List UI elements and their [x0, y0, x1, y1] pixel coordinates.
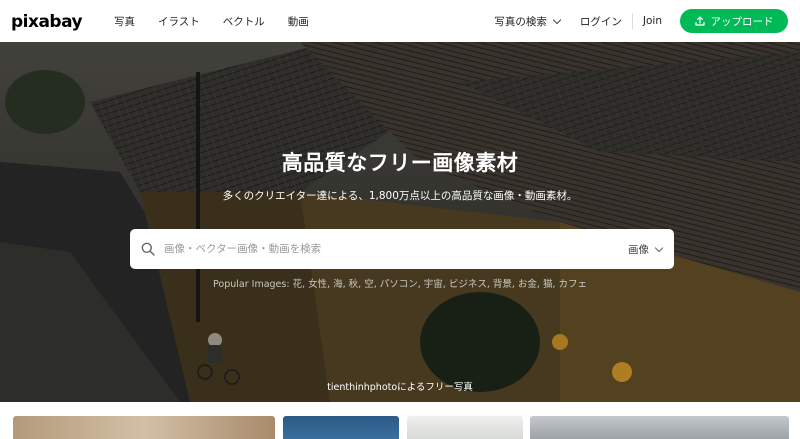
search-input[interactable] [164, 229, 604, 269]
chevron-down-icon [552, 15, 562, 24]
hero-overlay [0, 42, 800, 402]
chevron-down-icon [654, 243, 664, 252]
nav-videos[interactable]: 動画 [288, 14, 309, 29]
upload-icon [694, 16, 705, 26]
login-link[interactable]: ログイン [580, 14, 622, 29]
header-divider [631, 13, 633, 29]
nav-photos[interactable]: 写真 [114, 14, 135, 29]
header-actions: 写真の検索 ログイン Join アップロード [494, 0, 800, 42]
search-type-dropdown[interactable]: 画像 [628, 229, 664, 269]
search-bar: 画像 [130, 229, 674, 269]
image-thumbnail[interactable] [13, 416, 275, 439]
search-icon[interactable] [141, 241, 155, 256]
hero-subtitle: 多くのクリエイター達による、1,800万点以上の高品質な画像・動画素材。 [222, 190, 578, 202]
explore-dropdown[interactable]: 写真の検索 [494, 14, 562, 29]
hero-title: 高品質なフリー画像素材 [281, 151, 519, 175]
popular-images[interactable]: Popular Images: 花, 女性, 海, 秋, 空, パソコン, 宇宙… [0, 276, 800, 290]
pixabay-logo[interactable]: pixabay [11, 12, 83, 32]
upload-button[interactable]: アップロード [680, 9, 788, 33]
join-link[interactable]: Join [643, 15, 662, 27]
image-thumbnail[interactable] [407, 416, 523, 439]
photo-credit[interactable]: tienthinhphotoによるフリー写真 [0, 379, 800, 393]
explore-label: 写真の検索 [494, 15, 547, 28]
nav-illustrations[interactable]: イラスト [158, 14, 200, 29]
top-header: pixabay 写真 イラスト ベクトル 動画 写真の検索 ログイン Join … [0, 0, 800, 42]
image-thumbnail[interactable] [283, 416, 399, 439]
main-nav: 写真 イラスト ベクトル 動画 [114, 0, 332, 42]
hero-banner: 高品質なフリー画像素材 多くのクリエイター達による、1,800万点以上の高品質な… [0, 42, 800, 402]
image-thumbnail[interactable] [530, 416, 789, 439]
upload-label: アップロード [710, 15, 774, 28]
nav-vectors[interactable]: ベクトル [223, 14, 265, 29]
search-type-label: 画像 [628, 243, 649, 256]
image-grid [0, 402, 800, 439]
